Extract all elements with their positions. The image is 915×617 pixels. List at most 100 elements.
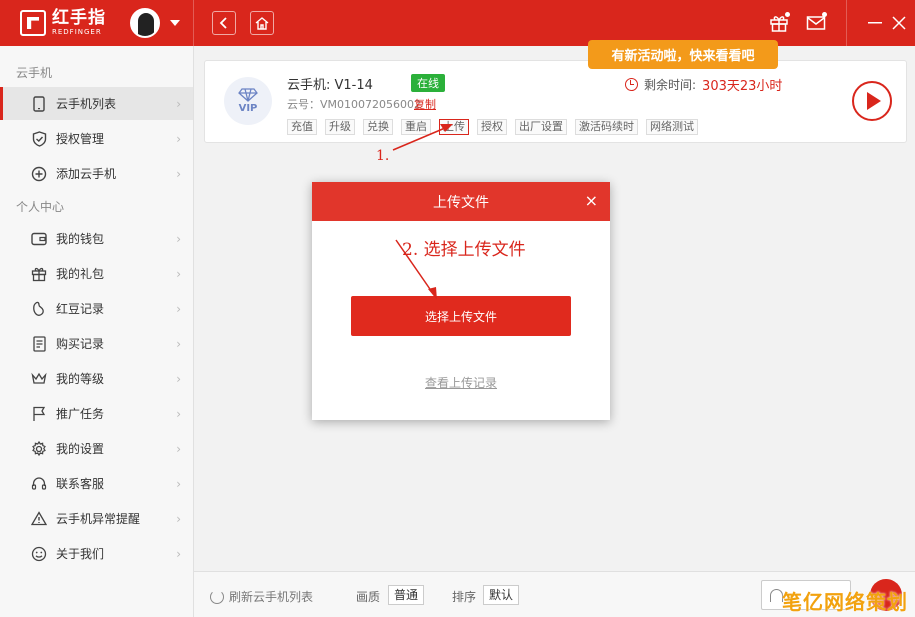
bean-icon bbox=[30, 300, 48, 318]
logo-name: 红手指 bbox=[52, 8, 106, 28]
play-button[interactable] bbox=[852, 81, 892, 121]
close-window-button[interactable] bbox=[888, 12, 910, 34]
chevron-right-icon: › bbox=[176, 546, 181, 561]
message-button[interactable] bbox=[805, 12, 827, 34]
divider bbox=[846, 0, 847, 46]
notification-dot bbox=[822, 12, 827, 17]
diamond-icon bbox=[238, 88, 258, 102]
upload-button[interactable]: 上传 bbox=[439, 119, 469, 135]
document-icon bbox=[30, 335, 48, 353]
step1-annotation: 1. bbox=[376, 148, 390, 164]
vip-badge: VIP bbox=[224, 77, 272, 125]
sidebar-item-label: 我的钱包 bbox=[56, 232, 105, 246]
title-bar: 红手指 REDFINGER bbox=[0, 0, 915, 46]
phone-name: 云手机: V1-14 bbox=[287, 78, 373, 93]
notification-dot bbox=[785, 12, 790, 17]
upload-dialog: 上传文件 × 2. 选择上传文件 选择上传文件 查看上传记录 bbox=[312, 182, 610, 420]
gift-icon bbox=[30, 265, 48, 283]
sort-select[interactable]: 默认 bbox=[483, 585, 520, 605]
network-test-button[interactable]: 网络测试 bbox=[646, 119, 698, 135]
sidebar-item-level[interactable]: 我的等级 › bbox=[0, 362, 193, 395]
sidebar-item-label: 红豆记录 bbox=[56, 302, 105, 316]
home-button[interactable] bbox=[250, 11, 274, 35]
dialog-header: 上传文件 × bbox=[312, 182, 610, 221]
chevron-right-icon: › bbox=[176, 166, 181, 181]
action-bar: 充值 升级 兑换 重启 上传 授权 出厂设置 激活码续时 网络测试 bbox=[287, 119, 706, 135]
sidebar-item-settings[interactable]: 我的设置 › bbox=[0, 432, 193, 465]
gear-icon bbox=[30, 440, 48, 458]
quality-label: 画质 bbox=[356, 590, 381, 604]
play-icon bbox=[867, 92, 881, 110]
gift-button[interactable] bbox=[768, 12, 790, 34]
refresh-label: 刷新云手机列表 bbox=[229, 590, 314, 604]
crown-icon bbox=[30, 370, 48, 388]
minimize-icon bbox=[868, 22, 882, 24]
sidebar-item-label: 购买记录 bbox=[56, 337, 105, 351]
avatar[interactable] bbox=[130, 8, 160, 38]
redeem-button[interactable]: 兑换 bbox=[363, 119, 393, 135]
select-file-button[interactable]: 选择上传文件 bbox=[351, 296, 571, 336]
sidebar-item-label: 联系客服 bbox=[56, 477, 105, 491]
sidebar-group-personal: 个人中心 bbox=[16, 200, 65, 214]
copy-link[interactable]: 复制 bbox=[414, 96, 436, 112]
restart-button[interactable]: 重启 bbox=[401, 119, 431, 135]
sort-label: 排序 bbox=[452, 590, 477, 604]
refresh-icon bbox=[210, 589, 224, 604]
chevron-right-icon: › bbox=[176, 301, 181, 316]
sidebar-item-authorization[interactable]: 授权管理 › bbox=[0, 122, 193, 155]
shield-icon bbox=[30, 130, 48, 148]
sidebar-item-phone-list[interactable]: 云手机列表 › bbox=[0, 87, 193, 120]
headset-icon bbox=[30, 475, 48, 493]
sidebar-item-about[interactable]: 关于我们 › bbox=[0, 537, 193, 570]
logo-icon bbox=[20, 10, 46, 36]
sidebar-group-cloud-phone: 云手机 bbox=[16, 66, 53, 80]
chevron-right-icon: › bbox=[176, 266, 181, 281]
minimize-button[interactable] bbox=[864, 12, 886, 34]
sidebar-item-label: 我的礼包 bbox=[56, 267, 105, 281]
clock-icon bbox=[625, 78, 638, 91]
dialog-title: 上传文件 bbox=[433, 194, 489, 211]
plus-circle-icon bbox=[30, 165, 48, 183]
smile-icon bbox=[30, 545, 48, 563]
sidebar-item-support[interactable]: 联系客服 › bbox=[0, 467, 193, 500]
upload-record-link[interactable]: 查看上传记录 bbox=[312, 374, 610, 391]
chevron-right-icon: › bbox=[176, 511, 181, 526]
back-button[interactable] bbox=[212, 11, 236, 35]
sidebar-item-label: 推广任务 bbox=[56, 407, 105, 421]
close-icon[interactable]: × bbox=[585, 191, 598, 210]
sidebar-item-label: 添加云手机 bbox=[56, 167, 117, 181]
sidebar-item-wallet[interactable]: 我的钱包 › bbox=[0, 222, 193, 255]
factory-reset-button[interactable]: 出厂设置 bbox=[515, 119, 567, 135]
step2-annotation: 2. 选择上传文件 bbox=[402, 240, 526, 260]
recharge-button[interactable]: 充值 bbox=[287, 119, 317, 135]
remaining-time: 剩余时间: 303天23小时 bbox=[625, 75, 782, 94]
chevron-down-icon[interactable] bbox=[170, 20, 180, 26]
sidebar-item-red-bean[interactable]: 红豆记录 › bbox=[0, 292, 193, 325]
chevron-right-icon: › bbox=[176, 231, 181, 246]
activation-code-button[interactable]: 激活码续时 bbox=[575, 119, 638, 135]
flag-icon bbox=[30, 405, 48, 423]
quality-select[interactable]: 普通 bbox=[388, 585, 425, 605]
upgrade-button[interactable]: 升级 bbox=[325, 119, 355, 135]
phone-card[interactable]: VIP 云手机: V1-14 在线 云号：VM010072056002 复制 充… bbox=[204, 60, 907, 143]
sidebar-item-label: 授权管理 bbox=[56, 132, 105, 146]
sidebar-item-label: 云手机异常提醒 bbox=[56, 512, 141, 526]
remaining-value: 303天23小时 bbox=[702, 79, 783, 94]
sidebar-item-label: 云手机列表 bbox=[56, 97, 117, 111]
sidebar-item-label: 我的等级 bbox=[56, 372, 105, 386]
home-icon bbox=[255, 16, 269, 30]
sidebar-item-exception-alert[interactable]: 云手机异常提醒 › bbox=[0, 502, 193, 535]
close-icon bbox=[892, 16, 906, 30]
sidebar-item-label: 关于我们 bbox=[56, 547, 105, 561]
mail-icon bbox=[806, 16, 826, 30]
chevron-right-icon: › bbox=[176, 441, 181, 456]
sidebar-item-gift[interactable]: 我的礼包 › bbox=[0, 257, 193, 290]
authorize-button[interactable]: 授权 bbox=[477, 119, 507, 135]
sidebar-item-purchase-record[interactable]: 购买记录 › bbox=[0, 327, 193, 360]
sidebar-item-promotion[interactable]: 推广任务 › bbox=[0, 397, 193, 430]
chevron-left-icon bbox=[219, 17, 227, 29]
wallet-icon bbox=[30, 230, 48, 248]
refresh-list-button[interactable]: 刷新云手机列表 bbox=[210, 588, 313, 605]
sidebar-item-add-phone[interactable]: 添加云手机 › bbox=[0, 157, 193, 190]
promo-banner[interactable]: 有新活动啦，快来看看吧 bbox=[588, 40, 778, 69]
